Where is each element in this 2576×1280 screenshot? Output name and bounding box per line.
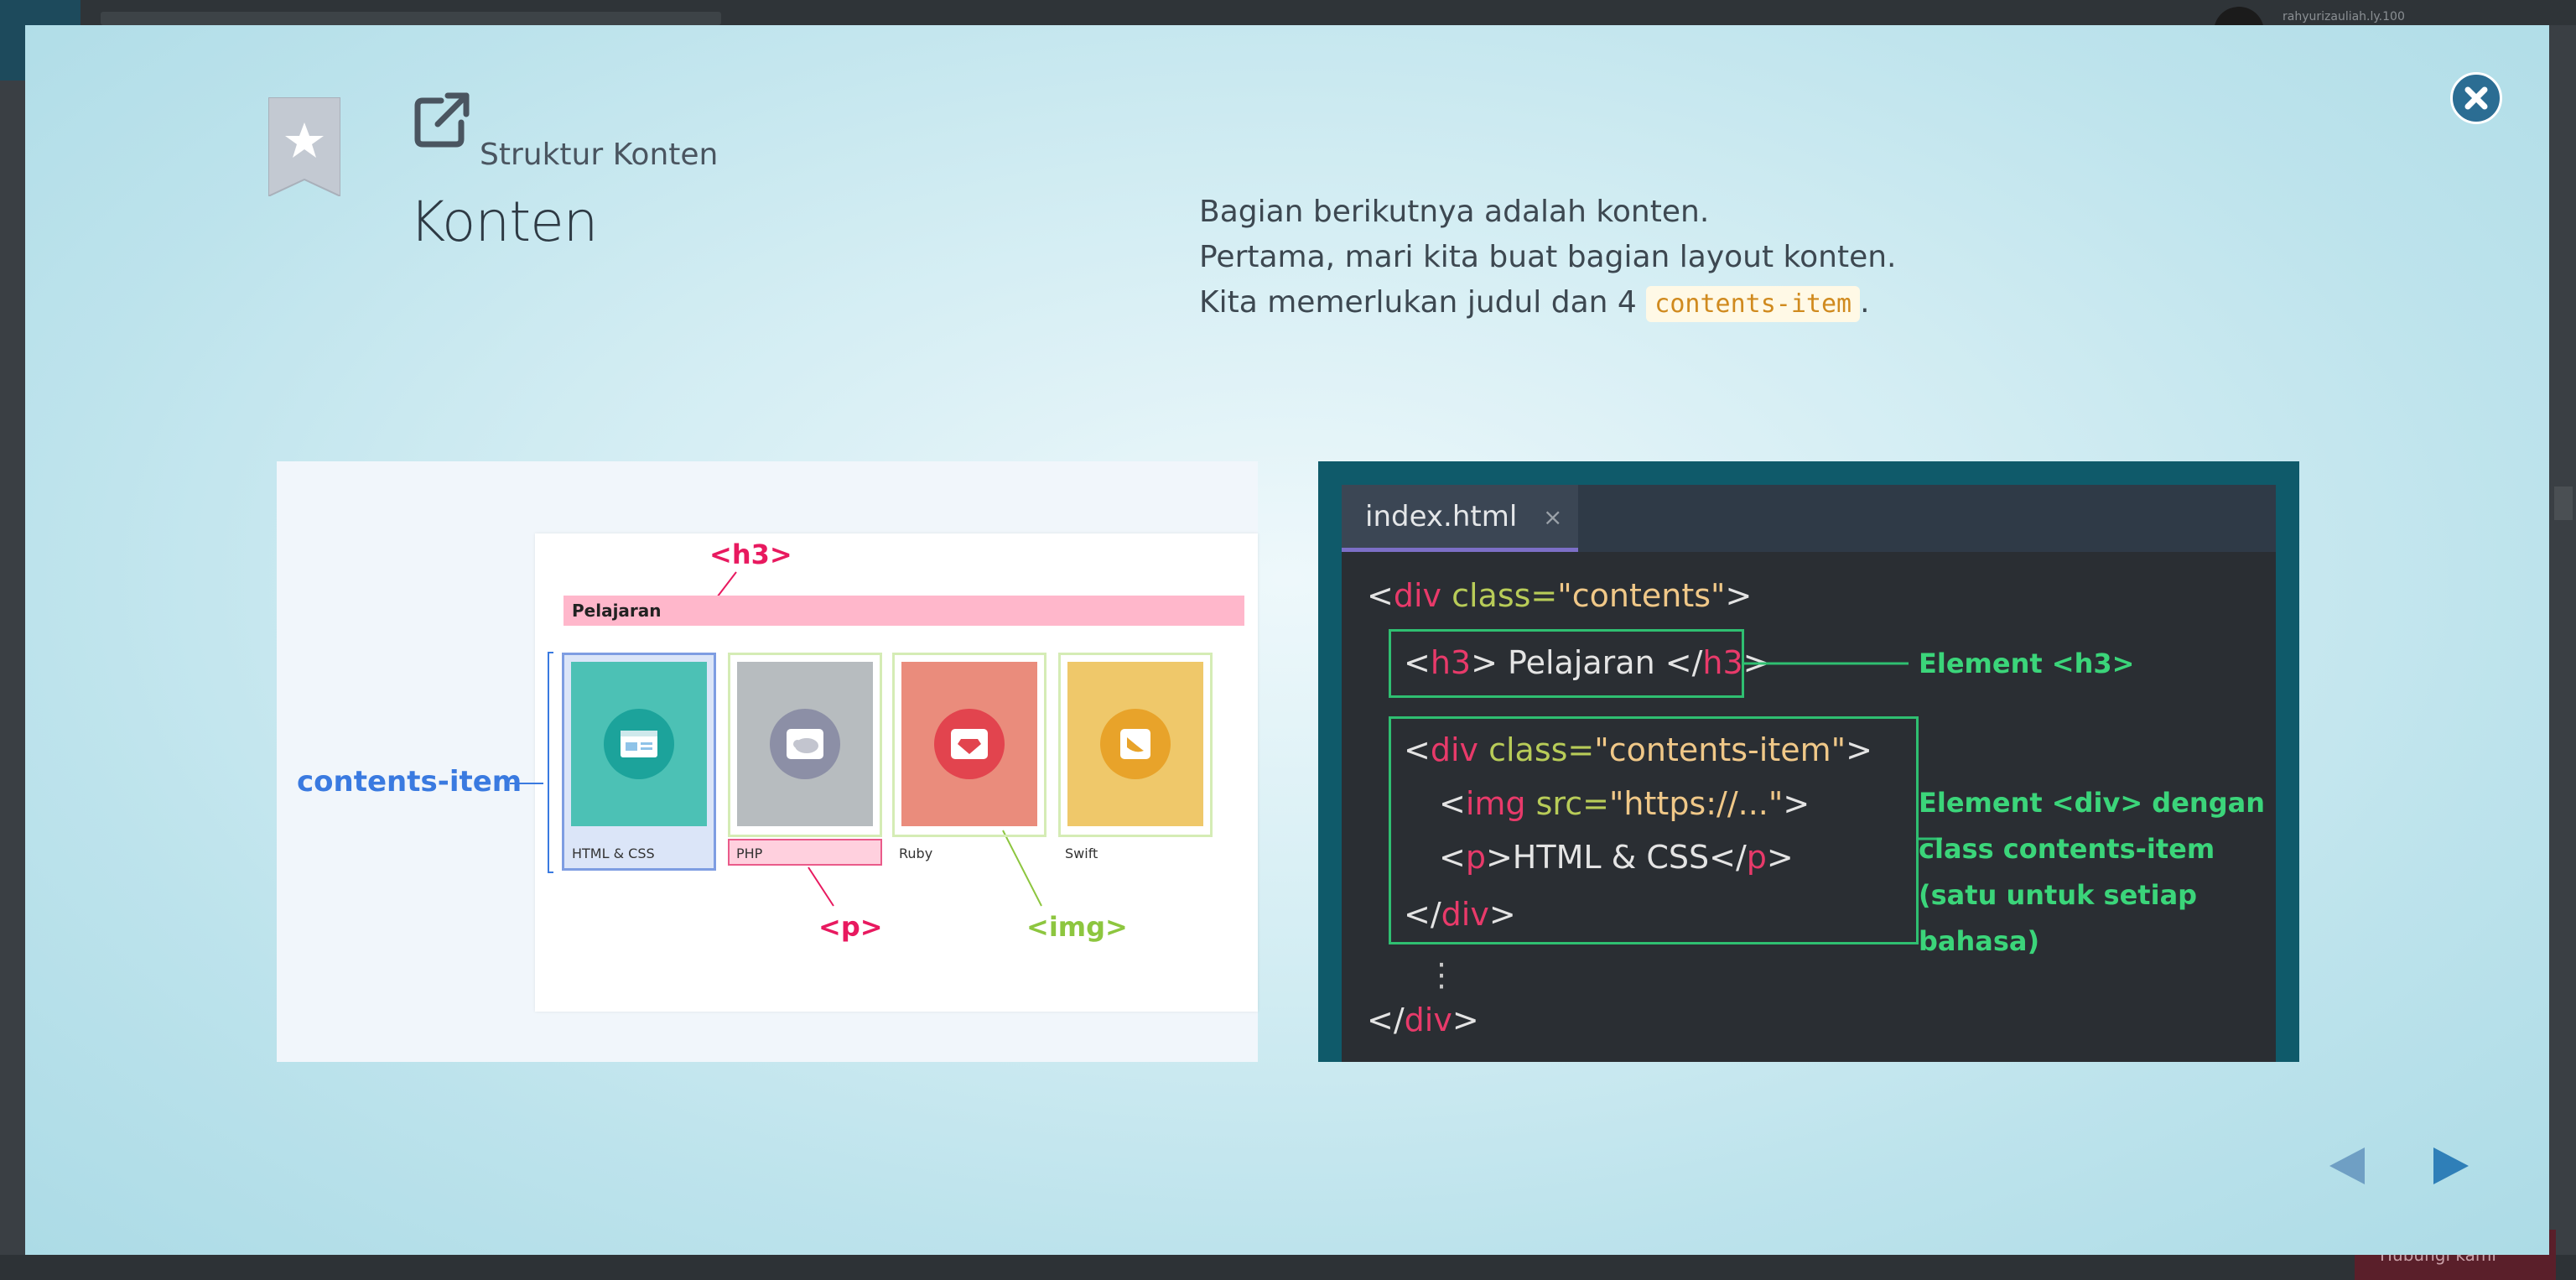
bookmark-star-icon (268, 97, 340, 196)
heading-bar (564, 596, 1244, 626)
item-label: Swift (1065, 846, 1098, 861)
php-icon (770, 709, 840, 779)
code-editor: index.html × <div class="contents"> <h3>… (1318, 461, 2299, 1062)
ruby-icon (934, 709, 1005, 779)
slide-modal: Struktur Konten Konten Bagian berikutnya… (25, 25, 2549, 1255)
contents-item-label: contents-item (297, 765, 522, 799)
note-line: (satu untuk setiap (1919, 879, 2198, 911)
close-button[interactable] (2450, 72, 2502, 124)
item-label: PHP (736, 846, 763, 861)
contents-item-card (892, 653, 1046, 837)
item-image (571, 662, 707, 826)
item-image (901, 662, 1037, 826)
background-username: rahyurizauliah.ly.100 (2283, 10, 2405, 23)
swift-icon (1100, 709, 1171, 779)
note-line: Element <div> dengan (1919, 787, 2265, 819)
note-line: bahasa) (1919, 925, 2040, 957)
external-link-icon (414, 92, 470, 148)
note-line: class contents-item (1919, 833, 2215, 865)
close-icon (2464, 86, 2488, 110)
annotation-connectors (1744, 662, 1942, 840)
note-element-h3: Element <h3> (1919, 648, 2135, 679)
background-scrollbar (2554, 487, 2573, 520)
description-text: Kita memerlukan judul dan 4 (1199, 285, 1647, 320)
contents-item-card (562, 653, 716, 871)
background-tab (101, 12, 721, 25)
contents-item-card (1058, 653, 1213, 837)
description: Bagian berikutnya adalah konten. Pertama… (1199, 190, 1896, 325)
item-image (1067, 662, 1203, 826)
img-tag-label: <img> (1026, 911, 1128, 943)
layout-illustration: <h3> Pelajaran HTML & CSS PHP Ruby Swift… (277, 461, 1258, 1062)
item-label: Ruby (899, 846, 933, 861)
inline-code: contents-item (1646, 286, 1861, 322)
editor-panel: index.html × <div class="contents"> <h3>… (1342, 485, 2276, 1062)
item-label: HTML & CSS (572, 846, 655, 861)
note-element-div: Element <div> dengan class contents-item… (1919, 780, 2265, 965)
prev-arrow-icon[interactable] (2323, 1141, 2373, 1191)
description-line: Pertama, mari kita buat bagian layout ko… (1199, 240, 1897, 274)
heading-text: Pelajaran (572, 601, 662, 621)
p-tag-label: <p> (818, 911, 883, 943)
description-text: . (1860, 285, 1870, 320)
description-line: Bagian berikutnya adalah konten. (1199, 195, 1710, 229)
description-line: Kita memerlukan judul dan 4 contents-ite… (1199, 280, 1896, 325)
section-label: Struktur Konten (480, 138, 719, 172)
background-bottom-bar (0, 1255, 2576, 1280)
next-arrow-icon[interactable] (2425, 1141, 2475, 1191)
html-icon (604, 709, 674, 779)
h3-tag-label: <h3> (709, 539, 792, 570)
contents-item-card (728, 653, 882, 837)
item-image (737, 662, 873, 826)
page-title: Konten (409, 190, 599, 254)
